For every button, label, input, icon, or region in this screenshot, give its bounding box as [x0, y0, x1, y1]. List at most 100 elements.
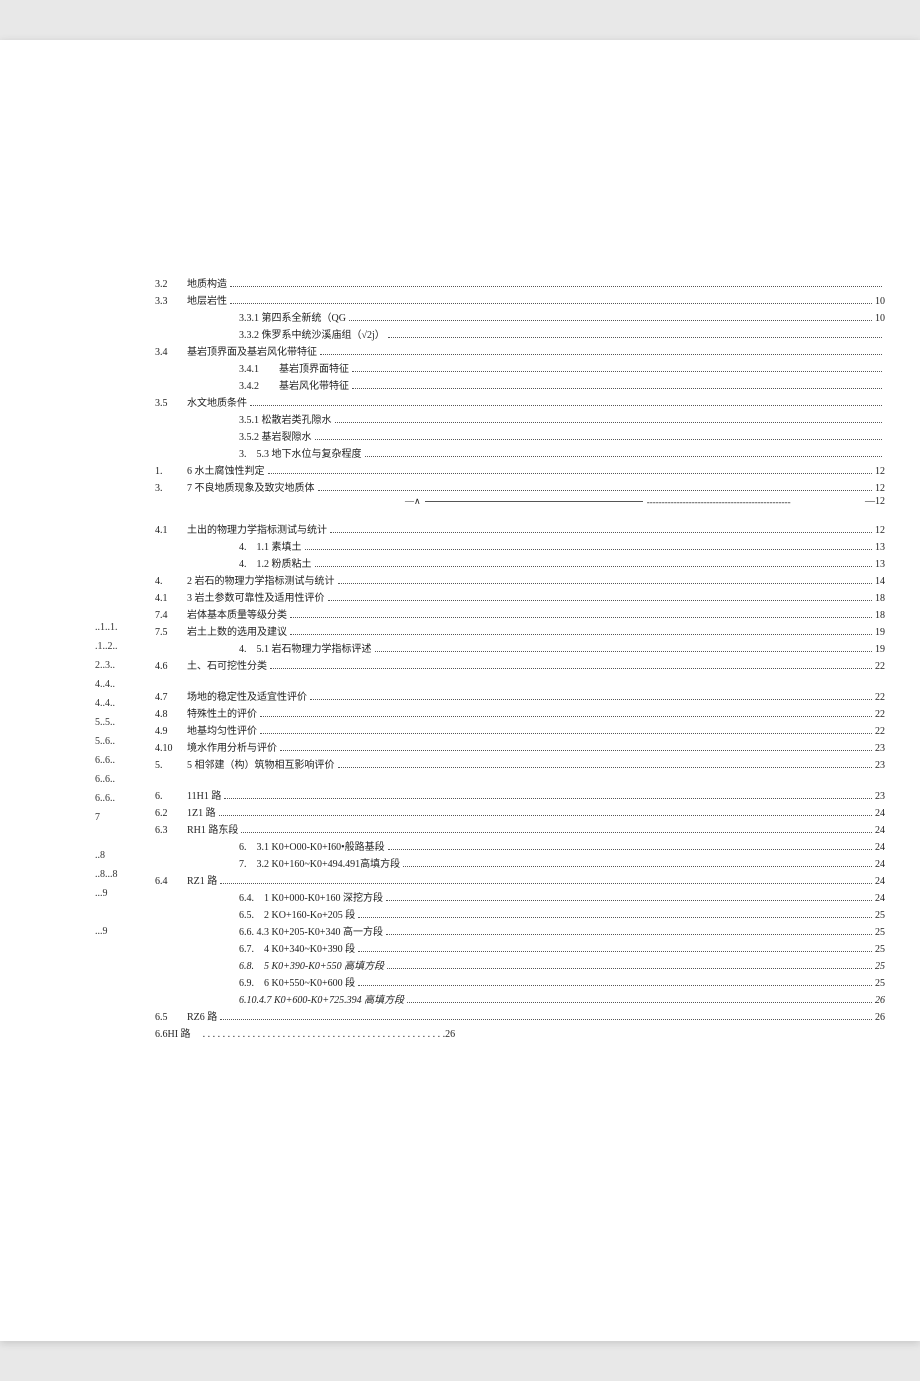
toc-number: 7.5 [155, 627, 175, 638]
toc-page: 26 [875, 995, 885, 1006]
page: ..1..1..1..2..2..3..4..4..4..4..5..5..5.… [0, 40, 920, 1341]
toc-title: 4. 5.1 岩石物理力学指标评述 [239, 640, 372, 655]
toc-title: 3 岩土参数可靠性及适用性评价 [187, 589, 325, 604]
toc-title: 3.4.1 基岩顶界面特征 [239, 360, 349, 375]
toc-title: RZ6 路 [187, 1008, 217, 1023]
toc-row: 3.4基岩顶界面及基岩风化带特征 [155, 343, 885, 358]
left-margin-notes: ..1..1..1..2..2..3..4..4..4..4..5..5..5.… [95, 620, 135, 943]
leader-dots [338, 583, 873, 584]
leader-dots [230, 286, 882, 287]
toc-row: 6.9. 6 K0+550~K0+600 段25 [155, 974, 885, 989]
toc-title: 1Z1 路 [187, 804, 216, 819]
margin-note: 6..6.. [95, 772, 135, 788]
toc-number: 6.5 [155, 1012, 175, 1023]
toc-page: 14 [875, 576, 885, 587]
leader-dots [270, 668, 872, 669]
toc-row: 6.4RZ1 路24 [155, 872, 885, 887]
toc-page: 24 [875, 808, 885, 819]
toc-title: 岩土上数的选用及建议 [187, 623, 287, 638]
line [425, 501, 643, 502]
toc-title: 境水作用分析与评价 [187, 739, 277, 754]
toc-number: 3.5 [155, 398, 175, 409]
caret-icon: —∧ [405, 496, 421, 507]
margin-note: ..8 [95, 848, 135, 864]
toc-page: 25 [875, 910, 885, 921]
toc-number: 4.8 [155, 709, 175, 720]
leader-dots [358, 951, 872, 952]
toc-title: 5 相邻建（构）筑物相互影响评价 [187, 756, 335, 771]
toc-row: 6.7. 4 K0+340~K0+390 段25 [155, 940, 885, 955]
toc-page: 22 [875, 692, 885, 703]
toc-number: 3. [155, 483, 175, 494]
leader-dots [338, 767, 873, 768]
leader-dots [358, 917, 872, 918]
toc-title: 6 水土腐蚀性判定 [187, 462, 265, 477]
leader-dots [241, 832, 872, 833]
toc-row: 6. 3.1 K0+O00-K0+I60•般路基段24 [155, 838, 885, 853]
toc-page: 23 [875, 791, 885, 802]
margin-note: 6..6.. [95, 753, 135, 769]
gap [155, 674, 885, 688]
toc-row: 3.4.1 基岩顶界面特征 [155, 360, 885, 375]
toc-row: 4.13 岩土参数可靠性及适用性评价18 [155, 589, 885, 604]
toc-page: 18 [875, 610, 885, 621]
margin-note: 6..6.. [95, 791, 135, 807]
toc-number: 4.10 [155, 743, 175, 754]
toc-title: 3.4.2 基岩风化带特征 [239, 377, 349, 392]
toc-row: 4.10境水作用分析与评价23 [155, 739, 885, 754]
toc-page: 10 [875, 313, 885, 324]
toc-row: 3.3.1 第四系全新统（QG10 [155, 309, 885, 324]
toc-row: 3.5.2 基岩裂隙水 [155, 428, 885, 443]
toc-row: 6.6. 4.3 K0+205-K0+340 高一方段25 [155, 923, 885, 938]
toc-row: 6.10.4.7 K0+600-K0+725.394 高填方段26 [155, 991, 885, 1006]
leader-dots [328, 600, 873, 601]
toc-page: 12 [875, 466, 885, 477]
toc-title: 3.5.2 基岩裂隙水 [239, 428, 312, 443]
toc-row: 6.5RZ6 路26 [155, 1008, 885, 1023]
toc-title: 6.6. 4.3 K0+205-K0+340 高一方段 [239, 923, 383, 938]
leader-dots [305, 549, 873, 550]
toc-page: 13 [875, 542, 885, 553]
leader-dots [250, 405, 882, 406]
leader-dots: . . . . . . . . . . . . . . . . . . . . … [203, 1029, 446, 1040]
toc-page: 24 [875, 825, 885, 836]
margin-note [95, 905, 135, 921]
toc-title: 4. 1.1 素填土 [239, 538, 302, 553]
toc-number: 4. [155, 576, 175, 587]
toc-title: 土、石可挖性分类 [187, 657, 267, 672]
toc-number: 4.1 [155, 525, 175, 536]
leader-dots [335, 422, 883, 423]
leader-dots [260, 716, 872, 717]
toc-title: 地基均匀性评价 [187, 722, 257, 737]
toc-number: 3.3 [155, 296, 175, 307]
toc-title: 6. 3.1 K0+O00-K0+I60•般路基段 [239, 838, 385, 853]
toc-row: 4.2 岩石的物理力学指标测试与统计14 [155, 572, 885, 587]
margin-note: ...9 [95, 886, 135, 902]
leader-dots [220, 1019, 872, 1020]
leader-dots [318, 490, 873, 491]
leader-dots [358, 985, 872, 986]
leader-dots [220, 883, 872, 884]
toc-row: 4. 1.1 素填土 13 [155, 538, 885, 553]
toc-page: 10 [875, 296, 885, 307]
leader-dots [375, 651, 873, 652]
toc-row: 4.8特殊性土的评价22 [155, 705, 885, 720]
toc-row: 5.5 相邻建（构）筑物相互影响评价23 [155, 756, 885, 771]
margin-note: ..1..1. [95, 620, 135, 636]
leader-dots [386, 900, 872, 901]
margin-note: 7 [95, 810, 135, 826]
toc-page: 12 [875, 525, 885, 536]
margin-note: ...9 [95, 924, 135, 940]
toc-row: 1.6 水土腐蚀性判定12 [155, 462, 885, 477]
leader-dots [386, 934, 872, 935]
toc-number: 4.7 [155, 692, 175, 703]
toc-row: 4. 5.1 岩石物理力学指标评述19 [155, 640, 885, 655]
leader-dots [330, 532, 872, 533]
toc-row: 4.1土出的物理力学指标测试与统计12 [155, 521, 885, 536]
toc-page: 22 [875, 726, 885, 737]
toc-page: 24 [875, 876, 885, 887]
toc-page: 19 [875, 627, 885, 638]
leader-dots [290, 634, 872, 635]
toc-page: 18 [875, 593, 885, 604]
toc-number: 4.9 [155, 726, 175, 737]
